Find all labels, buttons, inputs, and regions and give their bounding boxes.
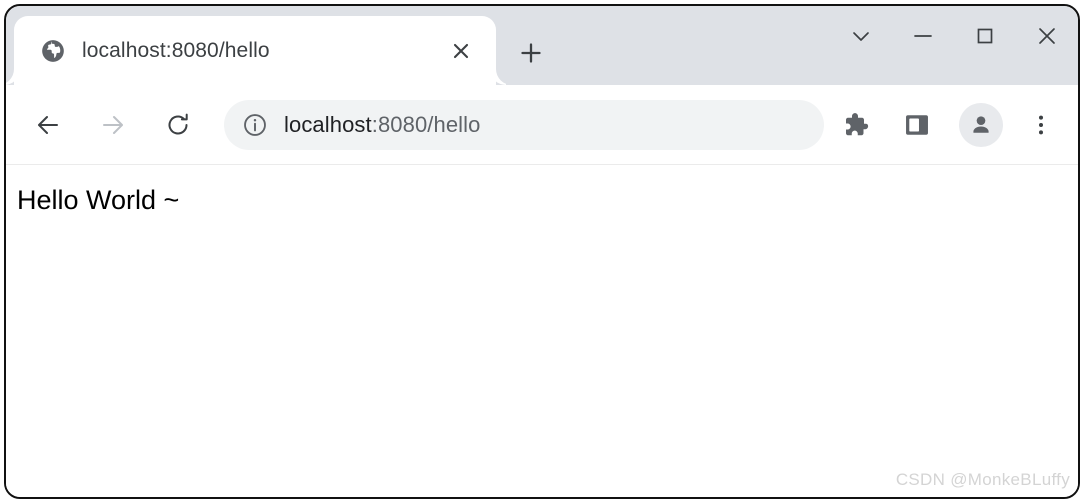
back-button[interactable]: [24, 101, 72, 149]
forward-button[interactable]: [89, 101, 137, 149]
browser-toolbar: localhost:8080/hello: [6, 85, 1078, 165]
reload-button[interactable]: [154, 101, 202, 149]
window-controls: [830, 6, 1078, 66]
address-bar-url: localhost:8080/hello: [284, 112, 480, 138]
reload-icon: [168, 113, 188, 134]
globe-icon: [42, 39, 64, 62]
chrome-menu-button[interactable]: [1018, 102, 1064, 148]
minimize-button[interactable]: [892, 6, 954, 66]
info-circle-icon[interactable]: [242, 112, 268, 138]
arrow-right-icon: [103, 115, 123, 134]
tab-search-button[interactable]: [830, 6, 892, 66]
browser-tab-active[interactable]: localhost:8080/hello: [14, 16, 496, 85]
tab-title: localhost:8080/hello: [82, 38, 270, 62]
screenshot-root: localhost:8080/hello localhost:8080/hell…: [0, 0, 1084, 503]
arrow-left-icon: [38, 115, 58, 134]
close-icon: [1039, 28, 1055, 44]
page-viewport: Hello World ~ CSDN @MonkeBLuffy: [6, 165, 1078, 497]
browser-window: localhost:8080/hello localhost:8080/hell…: [4, 4, 1080, 499]
maximize-button[interactable]: [954, 6, 1016, 66]
puzzle-icon: [846, 112, 869, 135]
page-body-text: Hello World ~: [17, 185, 180, 215]
maximize-icon: [977, 28, 993, 44]
new-tab-button[interactable]: [510, 32, 552, 74]
minimize-icon: [914, 35, 932, 37]
extensions-button[interactable]: [832, 102, 878, 148]
close-icon: [453, 43, 469, 58]
tab-close-button[interactable]: [442, 32, 480, 70]
three-dots-icon: [1038, 115, 1044, 134]
url-host: localhost: [284, 111, 372, 137]
profile-button[interactable]: [958, 102, 1004, 148]
url-path: :8080/hello: [371, 111, 481, 137]
watermark: CSDN @MonkeBLuffy: [895, 470, 1070, 489]
person-icon: [973, 115, 989, 133]
address-bar[interactable]: localhost:8080/hello: [224, 99, 824, 150]
chevron-down-icon: [853, 32, 869, 41]
side-panel-button[interactable]: [894, 102, 940, 148]
avatar: [959, 102, 1003, 147]
tab-strip: localhost:8080/hello: [6, 6, 1078, 85]
plus-icon: [521, 43, 541, 63]
close-window-button[interactable]: [1016, 6, 1078, 66]
toolbar-actions: [832, 102, 1064, 148]
side-panel-icon: [906, 114, 928, 135]
